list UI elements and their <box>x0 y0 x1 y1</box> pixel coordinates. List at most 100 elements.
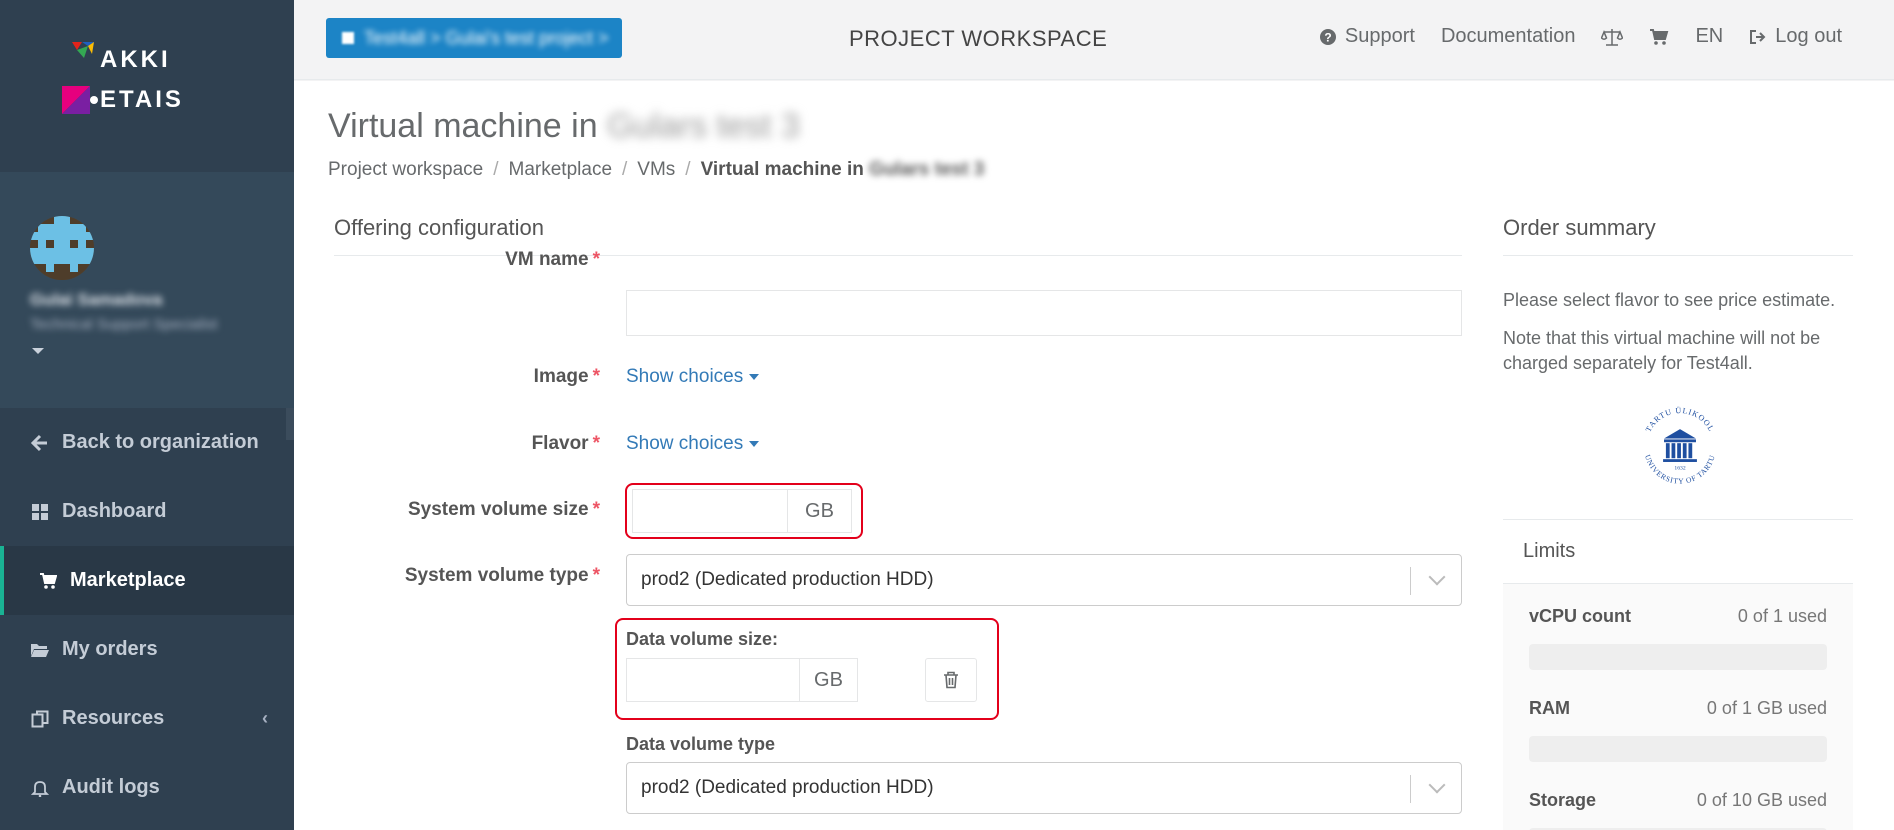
caret-down-icon <box>749 441 760 447</box>
system-volume-type-select[interactable]: prod2 (Dedicated production HDD) <box>626 554 1462 606</box>
arrow-left-icon <box>30 433 50 453</box>
sidebar-item-dashboard[interactable]: Dashboard <box>0 477 294 546</box>
flavor-label: Flavor * <box>532 433 600 455</box>
sidebar-item-marketplace[interactable]: Marketplace <box>0 546 294 615</box>
limits-body: vCPU count 0 of 1 used RAM 0 of 1 GB use… <box>1503 584 1853 830</box>
shopping-cart-icon <box>1650 28 1669 45</box>
language-switcher[interactable]: EN <box>1695 25 1723 48</box>
sidebar: AKKI ETAIS Gulai Samadova Technical Supp… <box>0 0 294 830</box>
breadcrumb-current-project: Gulars test 3 <box>869 159 985 180</box>
data-volume-size-label: Data volume size: <box>626 629 779 649</box>
required-mark: * <box>592 499 600 520</box>
logout-link[interactable]: Log out <box>1749 25 1842 48</box>
logo-square-icon <box>62 86 98 114</box>
terms-link[interactable] <box>1601 27 1624 47</box>
system-volume-type-label-text: System volume type <box>404 565 589 586</box>
sidebar-item-label: My orders <box>62 638 158 660</box>
profile-name: Gulai Samadova <box>30 290 163 309</box>
limit-value: 0 of 10 GB used <box>1696 790 1827 810</box>
limit-value: 0 of 1 used <box>1737 606 1827 626</box>
sidebar-item-my-orders[interactable]: My orders <box>0 615 294 684</box>
limit-row-storage: Storage 0 of 10 GB used <box>1529 790 1827 811</box>
logo-word-2: ETAIS <box>100 86 184 113</box>
delete-data-volume-button[interactable] <box>925 658 977 702</box>
sidebar-item-label: Dashboard <box>62 500 167 522</box>
breadcrumb-current: Virtual machine in Gulars test 3 <box>701 159 985 181</box>
breadcrumb-marketplace[interactable]: Marketplace <box>509 159 613 181</box>
breadcrumb-separator: / <box>493 159 499 180</box>
documentation-label: Documentation <box>1440 25 1576 47</box>
limit-progress-bar-ram <box>1529 736 1827 762</box>
image-show-choices-link[interactable]: Show choices <box>626 366 760 388</box>
limit-name: RAM <box>1529 698 1570 718</box>
sidebar-item-resources[interactable]: Resources ‹ <box>0 684 294 753</box>
question-circle-icon: ? <box>1319 28 1336 45</box>
svg-text:1632: 1632 <box>1674 466 1685 472</box>
top-links: ? Support Documentation EN Log out <box>1319 25 1842 48</box>
flavor-label-text: Flavor <box>531 433 589 454</box>
support-link[interactable]: ? Support <box>1319 25 1415 48</box>
breadcrumb-separator: / <box>685 159 691 180</box>
support-label: Support <box>1344 25 1415 47</box>
university-of-tartu-seal-logo: TARTU ÜLIKOOL UNIVERSITY OF TARTU 1632 <box>1643 406 1716 486</box>
data-volume-type-select[interactable]: prod2 (Dedicated production HDD) <box>626 762 1462 814</box>
project-icon <box>342 32 354 44</box>
breadcrumb: Project workspace / Marketplace / VMs / … <box>328 159 984 181</box>
data-volume-type-value: prod2 (Dedicated production HDD) <box>641 777 934 798</box>
charge-note: Note that this virtual machine will not … <box>1503 328 1821 373</box>
system-volume-type-value: prod2 (Dedicated production HDD) <box>641 569 934 590</box>
limit-row-vcpu: vCPU count 0 of 1 used <box>1529 606 1827 627</box>
sidebar-item-back-to-organization[interactable]: Back to organization <box>0 408 294 477</box>
system-volume-size-input[interactable] <box>632 489 788 533</box>
page-title: Virtual machine in Gulars test 3 <box>328 107 800 146</box>
main-content: Virtual machine in Gulars test 3 Project… <box>294 81 1894 830</box>
dashboard-grid-icon <box>30 502 50 522</box>
flavor-show-choices-link[interactable]: Show choices <box>626 433 760 455</box>
user-profile[interactable]: Gulai Samadova Technical Support Special… <box>0 172 294 408</box>
system-volume-size-label-text: System volume size <box>408 499 589 520</box>
select-separator <box>1410 567 1411 595</box>
vm-name-input[interactable] <box>626 290 1462 336</box>
sidebar-item-label: Resources <box>62 707 165 729</box>
image-show-choices-label: Show choices <box>626 366 744 387</box>
sidebar-item-label: Marketplace <box>70 569 186 591</box>
documentation-link[interactable]: Documentation <box>1441 25 1576 48</box>
chevron-left-icon: ‹ <box>262 708 268 728</box>
offering-configuration-title: Offering configuration <box>334 215 544 240</box>
sign-out-icon <box>1750 29 1766 44</box>
section-divider <box>1503 255 1853 256</box>
breadcrumb-vms[interactable]: VMs <box>637 159 675 181</box>
system-volume-size-unit: GB <box>788 489 852 533</box>
svg-text:?: ? <box>1324 30 1331 44</box>
profile-caret-down-icon[interactable] <box>32 348 44 354</box>
chevron-down-icon <box>1428 568 1446 586</box>
avatar[interactable] <box>30 216 94 280</box>
logo-area: AKKI ETAIS <box>0 0 294 172</box>
vm-name-label-text: VM name <box>505 249 589 270</box>
folder-open-icon <box>30 640 50 660</box>
sidebar-nav: Back to organization Dashboard Marketpla… <box>0 408 294 822</box>
page-title-prefix: Virtual machine in <box>328 107 598 145</box>
project-selector-label: Test4all > Gulai's test project > <box>364 27 609 48</box>
sidebar-item-audit-logs[interactable]: Audit logs <box>0 753 294 822</box>
limit-name: vCPU count <box>1529 606 1632 626</box>
workspace-title: PROJECT WORKSPACE <box>849 26 1108 51</box>
cart-link[interactable] <box>1649 28 1669 46</box>
data-volume-size-input[interactable] <box>626 658 800 702</box>
caret-down-icon <box>749 374 760 380</box>
order-summary-title: Order summary <box>1503 215 1656 240</box>
breadcrumb-project-workspace[interactable]: Project workspace <box>328 159 483 181</box>
profile-role: Technical Support Specialist <box>30 316 218 333</box>
required-mark: * <box>592 249 600 270</box>
logo-word-1: AKKI <box>100 46 171 73</box>
brand-logo[interactable]: AKKI ETAIS <box>60 40 190 132</box>
limits-title: Limits <box>1503 520 1853 584</box>
limit-name: Storage <box>1529 790 1597 810</box>
project-selector-button[interactable]: Test4all > Gulai's test project > <box>326 18 622 58</box>
bell-icon <box>30 778 50 798</box>
required-mark: * <box>592 366 600 387</box>
copy-icon <box>30 709 50 729</box>
page-title-project: Gulars test 3 <box>607 107 800 145</box>
sidebar-item-label: Back to organization <box>62 431 259 453</box>
avatar-identicon <box>30 216 94 280</box>
